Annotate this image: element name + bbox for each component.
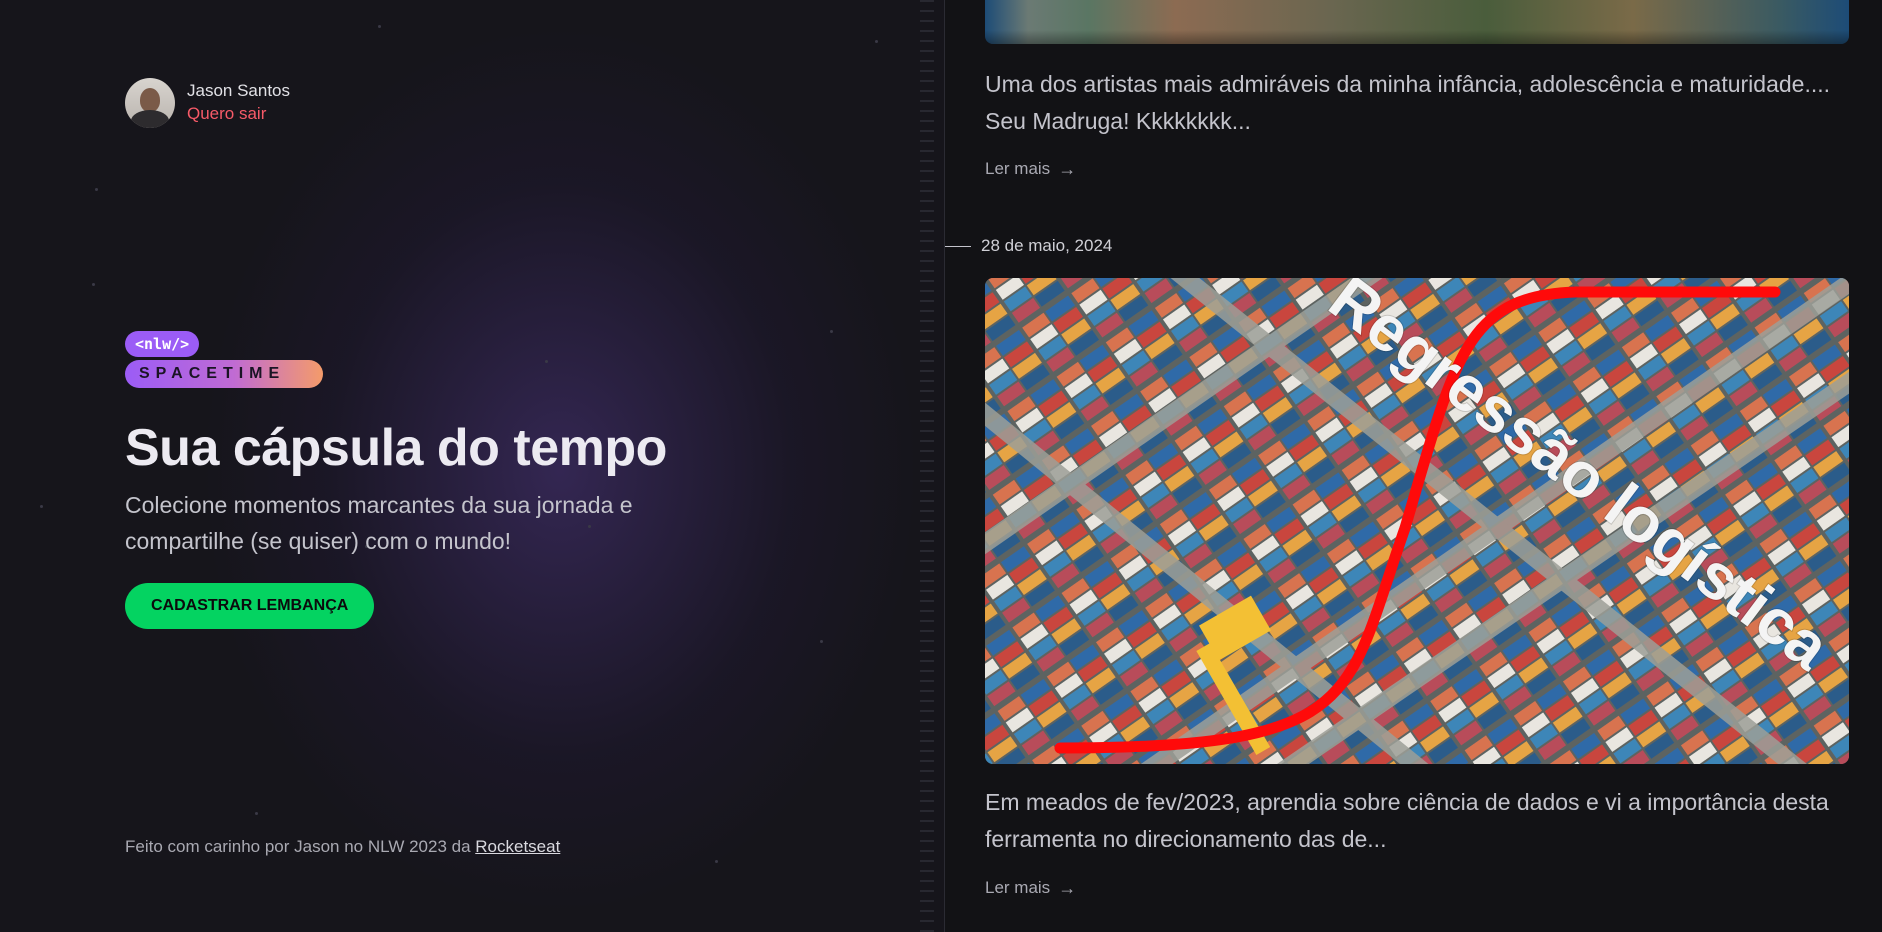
arrow-right-icon: → (1058, 159, 1077, 179)
memory-date-row: 28 de maio, 2024 (945, 236, 1112, 256)
hero-title: Sua cápsula do tempo (125, 419, 667, 477)
timeline-stripes (920, 0, 934, 932)
read-more-link[interactable]: Ler mais → (985, 159, 1076, 179)
logout-link[interactable]: Quero sair (187, 102, 290, 126)
left-panel: Jason Santos Quero sair <nlw/> SPACETIME… (0, 0, 944, 932)
container-port-image: Regressão logística (985, 278, 1849, 764)
user-name: Jason Santos (187, 81, 291, 100)
memories-feed[interactable]: Uma dos artistas mais admiráveis da minh… (945, 0, 1882, 932)
rocketseat-link[interactable]: Rocketseat (475, 837, 560, 856)
memory-excerpt: Em meados de fev/2023, aprendia sobre ci… (985, 789, 1829, 852)
memory-date: 28 de maio, 2024 (981, 236, 1113, 255)
footer-text: Feito com carinho por Jason no NLW 2023 … (125, 837, 476, 856)
read-more-label: Ler mais (985, 878, 1051, 897)
user-info: Jason Santos Quero sair (187, 80, 290, 126)
memory-image: Regressão logística (985, 278, 1849, 764)
hero-subtitle: Colecione momentos marcantes da sua jorn… (125, 492, 633, 554)
logo-tag: <nlw/> (125, 331, 200, 357)
memory-excerpt: Uma dos artistas mais admiráveis da minh… (985, 71, 1831, 134)
logo-word: SPACETIME (125, 360, 323, 388)
spacetime-logo: <nlw/> SPACETIME (125, 331, 323, 388)
create-memory-button[interactable]: CADASTRAR LEMBANÇA (125, 583, 375, 629)
avatar (125, 78, 175, 128)
memory-image (985, 0, 1849, 44)
read-more-label: Ler mais (985, 159, 1051, 178)
read-more-link[interactable]: Ler mais → (985, 878, 1076, 898)
user-profile: Jason Santos Quero sair (125, 78, 290, 128)
arrow-right-icon: → (1058, 878, 1077, 898)
date-line (945, 245, 971, 247)
footer: Feito com carinho por Jason no NLW 2023 … (125, 837, 560, 857)
